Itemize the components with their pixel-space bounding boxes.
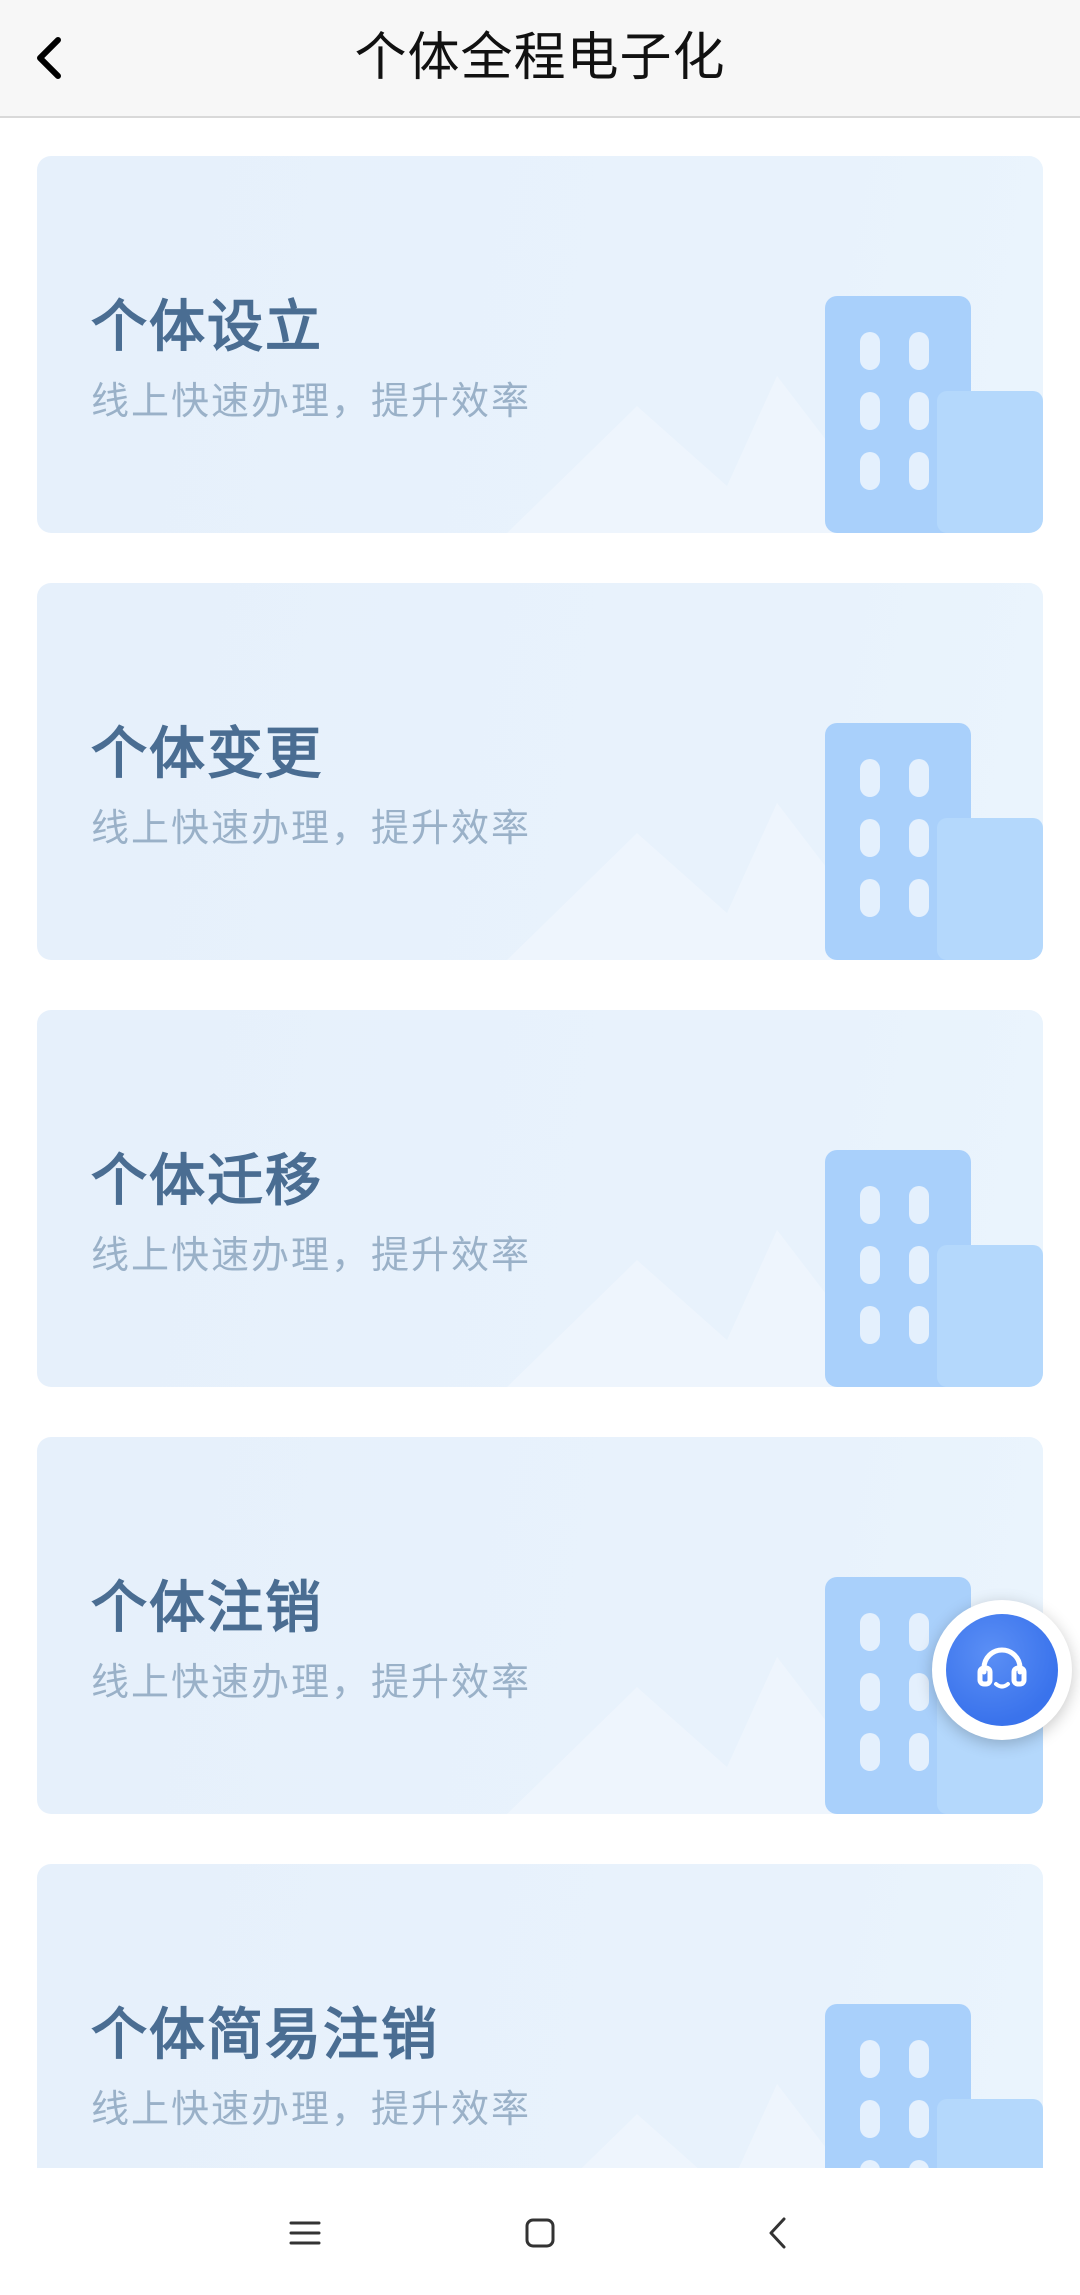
card-individual-deregistration[interactable]: 个体注销 线上快速办理，提升效率 — [37, 1437, 1043, 1814]
card-individual-change[interactable]: 个体变更 线上快速办理，提升效率 — [37, 583, 1043, 960]
card-title: 个体迁移 — [91, 1149, 323, 1214]
card-title: 个体简易注销 — [91, 2003, 439, 2068]
nav-menu-button[interactable] — [270, 2198, 340, 2268]
card-subtitle: 线上快速办理，提升效率 — [91, 1660, 532, 1704]
home-square-icon — [525, 2218, 555, 2248]
menu-icon — [289, 2221, 321, 2245]
card-subtitle: 线上快速办理，提升效率 — [91, 1233, 532, 1277]
card-individual-establish[interactable]: 个体设立 线上快速办理，提升效率 — [37, 156, 1043, 533]
app-header: 个体全程电子化 — [0, 0, 1080, 118]
system-navigation-bar — [0, 2168, 1080, 2295]
customer-service-button-circle — [946, 1614, 1058, 1726]
card-title: 个体设立 — [91, 295, 323, 360]
service-card-list: 个体设立 线上快速办理，提升效率 个体变更 线上快速办理，提升效率 个体迁移 线… — [37, 156, 1043, 2291]
nav-home-button[interactable] — [505, 2198, 575, 2268]
card-subtitle: 线上快速办理，提升效率 — [91, 379, 532, 423]
nav-back-button[interactable] — [743, 2198, 813, 2268]
card-subtitle: 线上快速办理，提升效率 — [91, 2087, 532, 2131]
card-title: 个体注销 — [91, 1576, 323, 1641]
card-individual-relocation[interactable]: 个体迁移 线上快速办理，提升效率 — [37, 1010, 1043, 1387]
card-title: 个体变更 — [91, 722, 323, 787]
page-title: 个体全程电子化 — [354, 28, 726, 88]
customer-service-headset-icon — [977, 1647, 1027, 1689]
card-subtitle: 线上快速办理，提升效率 — [91, 806, 532, 850]
customer-service-button[interactable] — [932, 1600, 1072, 1740]
back-arrow-icon — [769, 2217, 786, 2249]
